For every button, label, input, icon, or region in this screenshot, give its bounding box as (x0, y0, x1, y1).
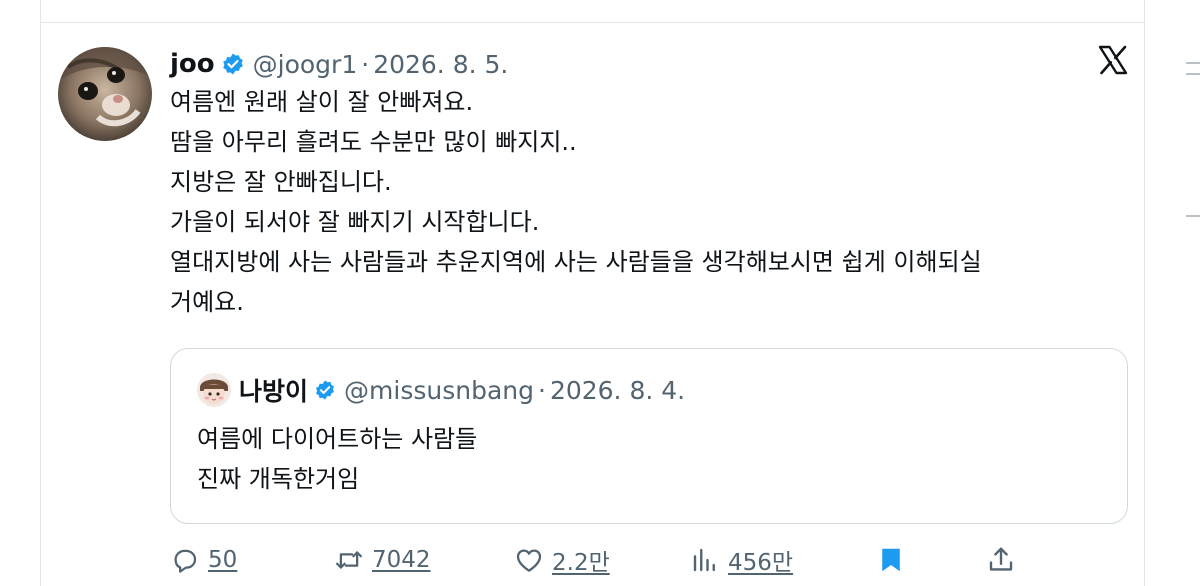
quoted-tweet-date[interactable]: 2026. 8. 4. (550, 376, 685, 405)
tweet-text-line: 열대지방에 사는 사람들과 추운지역에 사는 사람들을 생각해보시면 쉽게 이해… (170, 248, 982, 276)
verified-badge-icon (316, 380, 334, 400)
quoted-text-line: 여름에 다이어트하는 사람들 (197, 425, 478, 453)
timeline-border-left (40, 0, 41, 586)
bookmark-button[interactable] (876, 540, 914, 580)
tweet-date[interactable]: 2026. 8. 5. (373, 50, 508, 79)
tweet-divider (40, 22, 1145, 23)
user-handle[interactable]: @joogr1 (253, 50, 358, 79)
edge-mark (1186, 73, 1200, 75)
display-name[interactable]: joo (170, 49, 215, 79)
quoted-text-line: 진짜 개독한거임 (197, 465, 360, 493)
reply-icon (174, 549, 197, 573)
retweet-button[interactable]: 7042 (334, 540, 431, 580)
share-icon (989, 547, 1013, 571)
bookmark-icon (882, 548, 900, 572)
quoted-tweet-card[interactable]: 나방이 @missusnbang · 2026. 8. 4. 여름에 다이어트하… (170, 348, 1128, 524)
timeline-border-right (1144, 0, 1145, 586)
quoted-avatar[interactable] (197, 373, 231, 407)
edge-mark (1186, 215, 1200, 217)
quoted-user-handle[interactable]: @missusnbang (344, 376, 534, 405)
share-button[interactable] (986, 540, 1024, 580)
reply-count: 50 (208, 547, 238, 573)
reply-button[interactable]: 50 (170, 540, 237, 580)
like-button[interactable]: 2.2만 (514, 540, 610, 580)
edge-mark (1186, 62, 1200, 64)
tweet-text: 여름엔 원래 살이 잘 안빠져요. 땀을 아무리 흘려도 수분만 많이 빠지지.… (170, 82, 1120, 322)
quoted-display-name[interactable]: 나방이 (239, 372, 308, 408)
verified-badge-icon (222, 53, 243, 75)
views-count: 456만 (728, 550, 794, 576)
like-count: 2.2만 (552, 550, 610, 576)
separator-dot: · (537, 375, 546, 405)
retweet-icon (336, 551, 362, 569)
heart-icon (516, 549, 542, 572)
views-button[interactable]: 456만 (690, 540, 793, 580)
separator-dot: · (361, 49, 370, 79)
tweet-text-line: 여름엔 원래 살이 잘 안빠져요. (170, 88, 474, 116)
quoted-tweet-text: 여름에 다이어트하는 사람들 진짜 개독한거임 (197, 419, 477, 499)
tweet-text-line: 땀을 아무리 흘려도 수분만 많이 빠지지.. (170, 128, 577, 156)
views-icon (693, 548, 715, 572)
tweet-text-line: 가을이 되서야 잘 빠지기 시작합니다. (170, 208, 540, 236)
x-logo-icon[interactable] (1097, 44, 1129, 76)
tweet-text-line: 거예요. (170, 288, 244, 316)
tweet-actions: 50 7042 2.2만 456만 (170, 540, 1030, 580)
avatar[interactable] (58, 47, 152, 141)
retweet-count: 7042 (372, 547, 431, 573)
tweet-text-line: 지방은 잘 안빠집니다. (170, 168, 392, 196)
tweet-header: joo @joogr1 · 2026. 8. 5. (170, 44, 508, 84)
quoted-tweet-header: 나방이 @missusnbang · 2026. 8. 4. (197, 371, 685, 409)
